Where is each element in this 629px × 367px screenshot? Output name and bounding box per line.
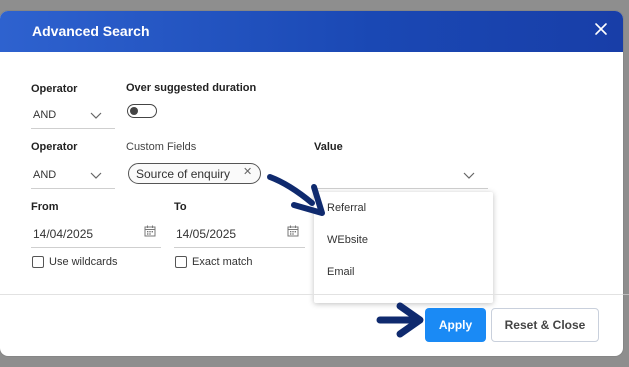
from-date-input[interactable]: 14/04/2025 — [31, 224, 161, 248]
operator-select-2-value: AND — [33, 169, 57, 181]
modal-title: Advanced Search — [32, 23, 150, 39]
chevron-down-icon — [463, 172, 475, 179]
to-date-input[interactable]: 14/05/2025 — [174, 224, 305, 248]
reset-close-button[interactable]: Reset & Close — [491, 308, 599, 342]
exact-match-checkbox[interactable] — [175, 256, 187, 268]
chip-remove-icon[interactable]: ✕ — [243, 165, 252, 178]
close-icon[interactable] — [593, 21, 609, 37]
footer-divider — [0, 294, 623, 295]
to-date-value: 14/05/2025 — [176, 227, 237, 241]
value-dropdown-menu: Referral WEbsite Email — [314, 192, 493, 303]
to-date-underline — [174, 247, 305, 248]
value-select-underline — [314, 188, 488, 189]
advanced-search-modal: Advanced Search Operator AND Over sugges… — [0, 11, 623, 356]
to-label: To — [174, 201, 187, 213]
chevron-down-icon — [90, 172, 102, 179]
apply-button[interactable]: Apply — [425, 308, 486, 342]
use-wildcards-checkbox[interactable] — [32, 256, 44, 268]
custom-fields-label: Custom Fields — [126, 141, 197, 153]
value-select[interactable] — [314, 167, 488, 189]
operator-select-1-underline — [31, 128, 115, 129]
operator-select-2-underline — [31, 188, 115, 189]
over-duration-label: Over suggested duration — [126, 82, 257, 94]
toggle-knob — [130, 106, 138, 115]
from-label: From — [31, 201, 59, 213]
over-duration-toggle[interactable] — [127, 104, 157, 118]
annotation-arrow-icon — [267, 174, 325, 216]
dropdown-option-website[interactable]: WEbsite — [327, 234, 368, 246]
modal-header: Advanced Search — [0, 11, 623, 52]
operator-select-1[interactable]: AND — [31, 107, 115, 129]
annotation-arrow-icon — [376, 302, 424, 338]
from-date-underline — [31, 247, 161, 248]
exact-match-label: Exact match — [192, 256, 253, 268]
custom-field-chip-text: Source of enquiry — [136, 167, 231, 181]
dropdown-option-email[interactable]: Email — [327, 266, 355, 278]
operator-select-2[interactable]: AND — [31, 167, 115, 189]
from-date-value: 14/04/2025 — [33, 227, 94, 241]
calendar-icon[interactable] — [287, 225, 299, 237]
use-wildcards-label: Use wildcards — [49, 256, 118, 268]
operator-label-2: Operator — [31, 141, 78, 153]
background-divider — [623, 294, 629, 295]
operator-label-1: Operator — [31, 83, 78, 95]
dropdown-option-referral[interactable]: Referral — [327, 202, 366, 214]
operator-select-1-value: AND — [33, 109, 57, 121]
value-label: Value — [314, 141, 343, 153]
chevron-down-icon — [90, 112, 102, 119]
custom-field-chip[interactable]: Source of enquiry ✕ — [128, 163, 261, 184]
calendar-icon[interactable] — [144, 225, 156, 237]
